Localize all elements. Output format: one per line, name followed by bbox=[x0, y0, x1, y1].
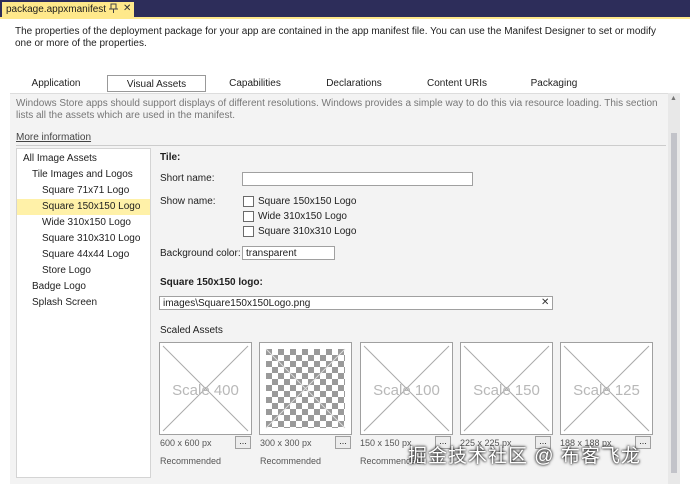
vertical-scrollbar[interactable]: ▲ bbox=[668, 93, 680, 484]
tab-visual-assets[interactable]: Visual Assets bbox=[107, 75, 206, 92]
scaled-asset-card-scale-400[interactable]: Scale 400 bbox=[159, 342, 252, 435]
show-name-label: Show name: bbox=[160, 196, 216, 207]
show-name-wide310-label: Wide 310x150 Logo bbox=[258, 211, 347, 222]
short-name-input[interactable] bbox=[242, 172, 473, 186]
tree-item-square-44-logo[interactable]: Square 44x44 Logo bbox=[17, 247, 150, 263]
tree-item-store-logo[interactable]: Store Logo bbox=[17, 263, 150, 279]
recommended-label: Recommended bbox=[260, 456, 322, 466]
scaled-asset-card-scale-200[interactable] bbox=[259, 342, 352, 435]
scale-label: Scale 100 bbox=[373, 382, 440, 399]
show-name-wide310-checkbox[interactable] bbox=[243, 211, 254, 222]
tree-item-tile-images-and-logos[interactable]: Tile Images and Logos bbox=[17, 167, 150, 183]
divider bbox=[16, 145, 666, 146]
show-name-square150-checkbox[interactable] bbox=[243, 196, 254, 207]
document-tab-strip: package.appxmanifest ✕ bbox=[0, 0, 690, 19]
close-icon[interactable]: ✕ bbox=[123, 3, 131, 14]
checkerboard-image-icon bbox=[265, 348, 346, 429]
tab-packaging[interactable]: Packaging bbox=[510, 75, 598, 92]
background-color-label: Background color: bbox=[160, 248, 241, 259]
asset-size-label: 150 x 150 px bbox=[360, 438, 412, 448]
pin-icon[interactable] bbox=[109, 3, 118, 15]
tree-item-square-71-logo[interactable]: Square 71x71 Logo bbox=[17, 183, 150, 199]
show-name-square310-label: Square 310x310 Logo bbox=[258, 226, 357, 237]
tree-item-wide-310-logo[interactable]: Wide 310x150 Logo bbox=[17, 215, 150, 231]
tab-declarations[interactable]: Declarations bbox=[310, 75, 398, 92]
tree-item-all-image-assets[interactable]: All Image Assets bbox=[17, 151, 150, 167]
more-information-link[interactable]: More information bbox=[16, 132, 91, 143]
scroll-up-icon[interactable]: ▲ bbox=[670, 95, 677, 102]
tab-content-uris[interactable]: Content URIs bbox=[410, 75, 504, 92]
asset-size-label: 300 x 300 px bbox=[260, 438, 312, 448]
scrollbar-thumb[interactable] bbox=[671, 133, 677, 473]
scale-label: Scale 125 bbox=[573, 382, 640, 399]
scale-label: Scale 150 bbox=[473, 382, 540, 399]
scaled-assets-heading: Scaled Assets bbox=[160, 325, 223, 336]
tree-item-square-150-logo[interactable]: Square 150x150 Logo bbox=[17, 199, 150, 215]
square150-logo-heading: Square 150x150 logo: bbox=[160, 277, 263, 288]
show-name-square150-label: Square 150x150 Logo bbox=[258, 196, 357, 207]
tab-application[interactable]: Application bbox=[10, 75, 102, 92]
logo-path-input[interactable]: images\Square150x150Logo.png bbox=[159, 296, 553, 310]
document-tab-package-appxmanifest[interactable]: package.appxmanifest ✕ bbox=[2, 2, 134, 19]
scaled-asset-card-scale-100[interactable]: Scale 100 bbox=[360, 342, 453, 435]
tree-item-badge-logo[interactable]: Badge Logo bbox=[17, 279, 150, 295]
browse-button[interactable]: ... bbox=[335, 436, 351, 449]
watermark-text: 掘金技术社区 @ 布客飞龙 bbox=[408, 446, 641, 467]
recommended-label: Recommended bbox=[160, 456, 222, 466]
background-color-input[interactable]: transparent bbox=[242, 246, 335, 260]
clear-icon[interactable]: ✕ bbox=[541, 297, 549, 308]
tile-heading: Tile: bbox=[160, 152, 181, 163]
scale-label: Scale 400 bbox=[172, 382, 239, 399]
show-name-square310-checkbox[interactable] bbox=[243, 226, 254, 237]
asset-tree: All Image Assets Tile Images and Logos S… bbox=[16, 148, 151, 478]
scaled-asset-card-scale-150[interactable]: Scale 150 bbox=[460, 342, 553, 435]
short-name-label: Short name: bbox=[160, 173, 215, 184]
visual-assets-description: Windows Store apps should support displa… bbox=[16, 98, 658, 121]
browse-button[interactable]: ... bbox=[235, 436, 251, 449]
scaled-asset-card-scale-125[interactable]: Scale 125 bbox=[560, 342, 653, 435]
manifest-description: The properties of the deployment package… bbox=[15, 26, 656, 49]
asset-size-label: 600 x 600 px bbox=[160, 438, 212, 448]
tab-capabilities[interactable]: Capabilities bbox=[210, 75, 300, 92]
designer-tabs: Application Visual Assets Capabilities D… bbox=[10, 75, 690, 93]
document-tab-title: package.appxmanifest bbox=[6, 4, 107, 15]
tree-item-square-310-logo[interactable]: Square 310x310 Logo bbox=[17, 231, 150, 247]
tree-item-splash-screen[interactable]: Splash Screen bbox=[17, 295, 150, 311]
